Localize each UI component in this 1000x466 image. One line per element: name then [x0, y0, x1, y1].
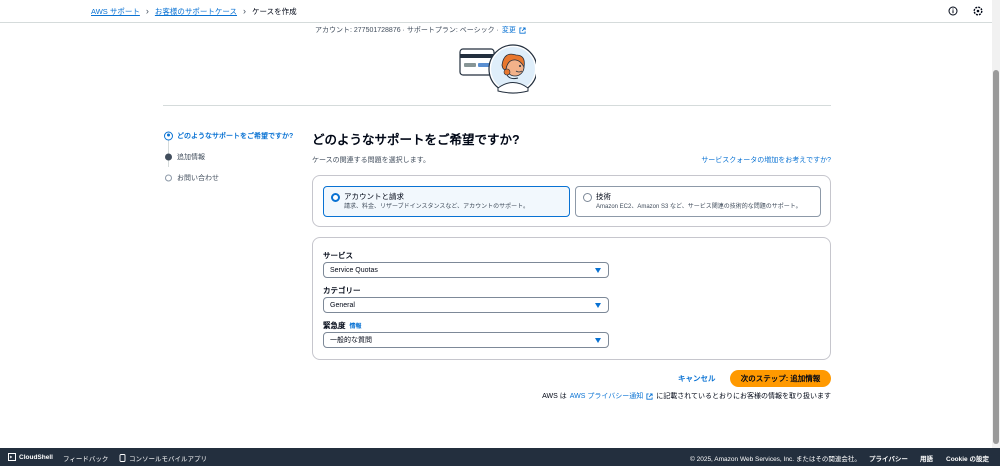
- tile-description: Amazon EC2、Amazon S3 など、サービス関連の技術的な問題のサポ…: [596, 204, 802, 210]
- header-divider: [163, 105, 831, 106]
- category-select[interactable]: General: [323, 297, 609, 313]
- scrollbar[interactable]: [992, 0, 1000, 448]
- privacy-notice: AWS は AWS プライバシー通知 に記載されているとおりにお客様の情報を取り…: [542, 391, 831, 401]
- wizard-steps: どのようなサポートをご希望ですか? 追加情報 お問い合わせ: [163, 125, 293, 188]
- footer-terms-label: 用語: [920, 456, 933, 463]
- footer-privacy-label: プライバシー: [869, 456, 908, 463]
- privacy-prefix: AWS は: [542, 393, 567, 400]
- severity-select[interactable]: 一般的な質問: [323, 332, 609, 348]
- page-title: どのようなサポートをご希望ですか?: [312, 133, 520, 147]
- feedback-label: フィードバック: [63, 456, 109, 463]
- service-label: サービス: [323, 250, 353, 261]
- radio-unselected-icon[interactable]: [583, 193, 592, 202]
- category-select-value: General: [330, 301, 355, 309]
- case-form: サービス Service Quotas カテゴリー General 緊急度 情報…: [312, 237, 831, 360]
- service-label-text: サービス: [323, 251, 353, 260]
- next-step-button[interactable]: 次のステップ: 追加情報: [730, 370, 831, 387]
- change-plan-link[interactable]: 変更: [502, 25, 516, 35]
- quota-increase-link[interactable]: サービスクォータの増加をお考えですか?: [701, 155, 831, 165]
- cookie-settings-link[interactable]: Cookie の設定: [946, 453, 989, 463]
- step-dot-icon: [165, 153, 172, 160]
- copyright-text: © 2025, Amazon Web Services, Inc. またはその関…: [690, 453, 861, 463]
- step-label: どのようなサポートをご希望ですか?: [177, 132, 294, 140]
- footer-terms-link[interactable]: 用語: [920, 453, 933, 463]
- footer-privacy-link[interactable]: プライバシー: [869, 453, 908, 463]
- chevron-right-icon: ›: [243, 6, 247, 16]
- tile-technical[interactable]: 技術 Amazon EC2、Amazon S3 など、サービス関連の技術的な問題…: [575, 186, 821, 217]
- mobile-icon: [119, 454, 126, 462]
- support-agent-illustration: [459, 44, 536, 94]
- mobile-app-label: コンソールモバイルアプリ: [129, 456, 207, 463]
- service-select[interactable]: Service Quotas: [323, 262, 609, 278]
- severity-info-link[interactable]: 情報: [350, 321, 362, 330]
- cancel-button[interactable]: キャンセル: [678, 373, 716, 384]
- external-link-icon: [646, 392, 653, 400]
- account-text: アカウント: 277501728876 · サポートプラン: ベーシック ·: [315, 27, 499, 34]
- mobile-app-link[interactable]: コンソールモバイルアプリ: [119, 453, 207, 463]
- top-bar: AWS サポート › お客様のサポートケース › ケースを作成: [0, 0, 992, 23]
- privacy-suffix: に記載されているとおりにお客様の情報を取り扱います: [656, 393, 831, 400]
- step-label: 追加情報: [177, 153, 205, 161]
- severity-label-text: 緊急度: [323, 321, 346, 330]
- step-circle-icon: [165, 174, 172, 181]
- feedback-link[interactable]: フィードバック: [63, 453, 108, 463]
- step-additional-info: 追加情報: [163, 146, 293, 167]
- terminal-icon: [8, 453, 16, 461]
- page: AWS サポート › お客様のサポートケース › ケースを作成 アカウント: 2…: [0, 0, 1000, 466]
- tile-account-billing[interactable]: アカウントと請求 請求、料金、リザーブドインスタンスなど、アカウントのサポート。: [323, 186, 570, 217]
- scrollbar-thumb[interactable]: [993, 70, 999, 444]
- privacy-notice-link[interactable]: AWS プライバシー通知: [570, 391, 644, 401]
- breadcrumb: AWS サポート › お客様のサポートケース › ケースを作成: [91, 6, 297, 17]
- page-subtitle: ケースの関連する問題を選択します。: [312, 157, 430, 164]
- tile-title: アカウントと請求: [344, 192, 404, 201]
- caret-down-icon: [595, 303, 601, 308]
- radio-selected-icon[interactable]: [331, 193, 340, 202]
- support-type-container: アカウントと請求 請求、料金、リザーブドインスタンスなど、アカウントのサポート。…: [312, 175, 831, 227]
- severity-label: 緊急度 情報: [323, 320, 362, 331]
- settings-icon[interactable]: [972, 5, 983, 16]
- info-circle-icon[interactable]: [947, 5, 958, 16]
- tile-title: 技術: [596, 192, 611, 201]
- external-link-icon: [519, 26, 526, 34]
- category-label-text: カテゴリー: [323, 286, 361, 295]
- caret-down-icon: [595, 268, 601, 273]
- step-support-type[interactable]: どのようなサポートをご希望ですか?: [163, 125, 293, 146]
- copyright-label: © 2025, Amazon Web Services, Inc. またはその関…: [690, 456, 861, 463]
- service-select-value: Service Quotas: [330, 266, 378, 274]
- step-label: お問い合わせ: [177, 174, 219, 182]
- tile-description: 請求、料金、リザーブドインスタンスなど、アカウントのサポート。: [344, 204, 529, 210]
- breadcrumb-current: ケースを作成: [252, 7, 297, 16]
- severity-select-value: 一般的な質問: [330, 337, 372, 344]
- cloudshell-button[interactable]: CloudShell: [8, 453, 53, 461]
- cloudshell-label: CloudShell: [19, 453, 53, 461]
- account-info: アカウント: 277501728876 · サポートプラン: ベーシック · 変…: [315, 25, 526, 35]
- category-label: カテゴリー: [323, 285, 361, 296]
- step-contact: お問い合わせ: [163, 167, 293, 188]
- cookie-settings-label: Cookie の設定: [946, 456, 989, 463]
- breadcrumb-support-cases[interactable]: お客様のサポートケース: [155, 6, 237, 17]
- caret-down-icon: [595, 338, 601, 343]
- chevron-right-icon: ›: [145, 6, 149, 16]
- breadcrumb-aws-support[interactable]: AWS サポート: [91, 6, 140, 17]
- step-active-icon: [164, 131, 173, 140]
- console-footer: CloudShell フィードバック コンソールモバイルアプリ © 2025, …: [0, 448, 1000, 466]
